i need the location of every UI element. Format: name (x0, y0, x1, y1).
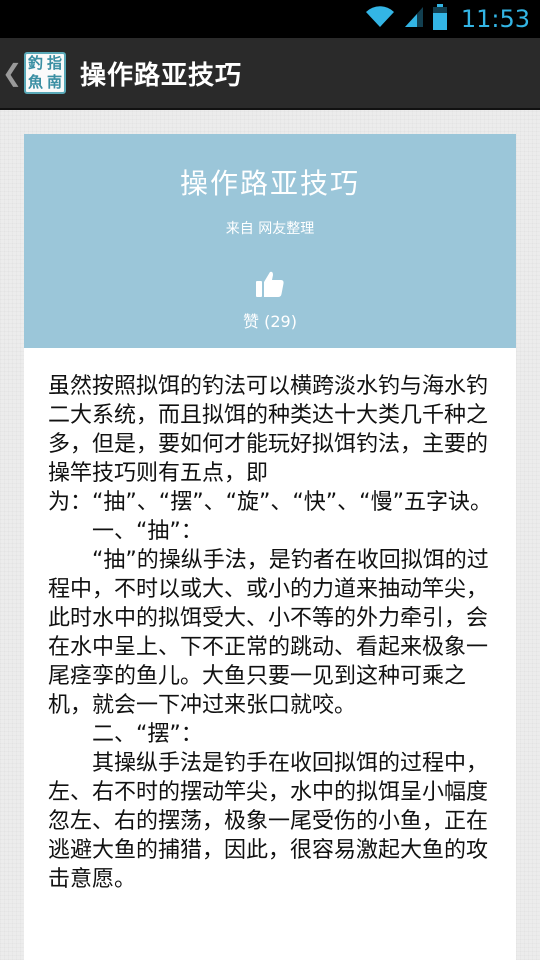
status-bar: 11:53 (0, 0, 540, 38)
logo-char: 南 (46, 73, 62, 91)
logo-char: 魚 (27, 73, 43, 91)
back-chevron-icon[interactable]: ❮ (2, 59, 22, 87)
battery-icon (432, 4, 447, 34)
action-bar: ❮ 釣 指 魚 南 操作路亚技巧 (0, 38, 540, 110)
section-heading: 一、“抽”： (92, 519, 203, 544)
status-time: 11:53 (460, 5, 530, 33)
wifi-icon (365, 5, 395, 33)
article-header: 操作路亚技巧 来自 网友整理 赞 (29) (24, 134, 516, 348)
logo-char: 釣 (27, 54, 43, 72)
app-logo[interactable]: 釣 指 魚 南 (24, 52, 66, 94)
section-heading: 二、“摆”： (92, 722, 203, 747)
article-paragraph: 其操纵手法是钓手在收回拟饵的过程中，左、右不时的摆动竿尖，水中的拟饵呈小幅度忽左… (48, 751, 489, 892)
logo-char: 指 (46, 54, 62, 72)
article-title: 操作路亚技巧 (179, 167, 360, 200)
like-button[interactable] (250, 264, 290, 304)
article-paragraph: “抽”的操纵手法，是钓者在收回拟饵的过程中，不时以或大、或小的力道来抽动竿尖，此… (48, 548, 489, 718)
thumbs-up-icon (256, 271, 284, 297)
like-count: 赞 (29) (243, 312, 297, 331)
signal-icon (403, 5, 425, 33)
article-card: 操作路亚技巧 来自 网友整理 赞 (29) 虽然按照拟饵的钓法可以横跨淡水钓与海… (24, 134, 516, 960)
article-body: 虽然按照拟饵的钓法可以横跨淡水钓与海水钓二大系统，而且拟饵的种类达十大类几千种之… (24, 348, 516, 894)
action-bar-title: 操作路亚技巧 (80, 60, 243, 91)
article-paragraph: 虽然按照拟饵的钓法可以横跨淡水钓与海水钓二大系统，而且拟饵的种类达十大类几千种之… (48, 374, 492, 515)
article-source: 来自 网友整理 (225, 221, 315, 237)
